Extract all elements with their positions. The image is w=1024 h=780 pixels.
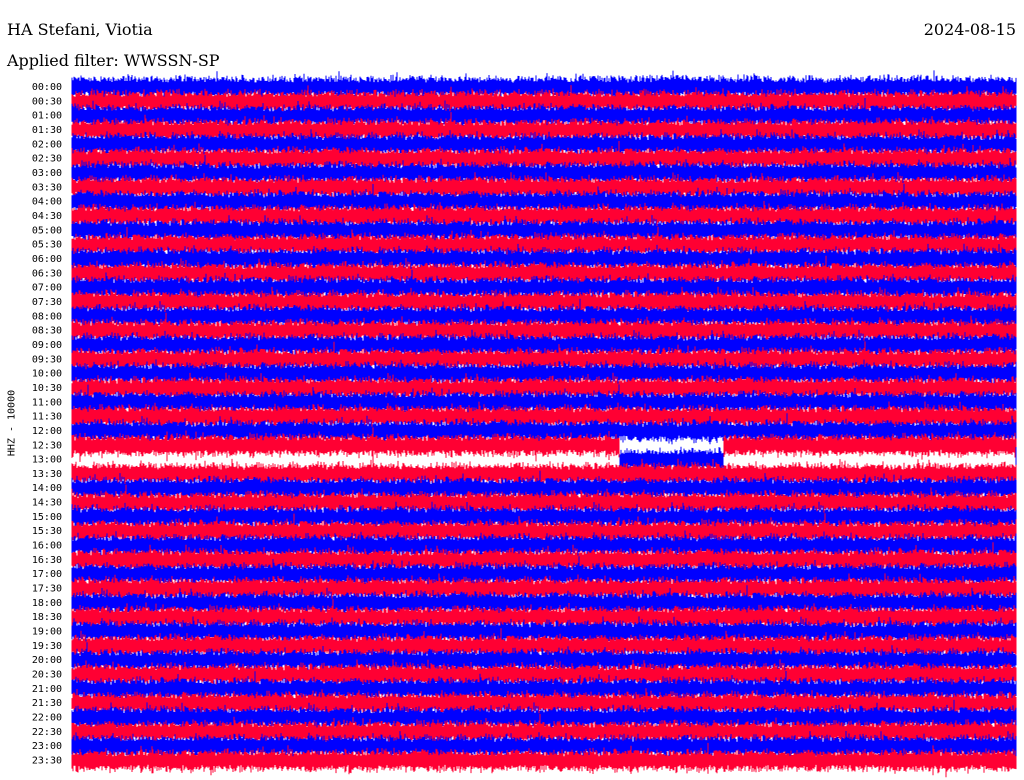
- row-label-1130: 11:30: [32, 412, 62, 423]
- row-label-0130: 01:30: [32, 125, 62, 136]
- row-label-1830: 18:30: [32, 612, 62, 623]
- row-label-0200: 02:00: [32, 139, 62, 150]
- row-label-0800: 08:00: [32, 311, 62, 322]
- row-label-1800: 18:00: [32, 598, 62, 609]
- row-label-1000: 10:00: [32, 369, 62, 380]
- row-label-0330: 03:30: [32, 182, 62, 193]
- row-label-1600: 16:00: [32, 541, 62, 552]
- row-label-0030: 00:30: [32, 96, 62, 107]
- row-label-0430: 04:30: [32, 211, 62, 222]
- row-label-0700: 07:00: [32, 283, 62, 294]
- row-label-1030: 10:30: [32, 383, 62, 394]
- row-label-0600: 06:00: [32, 254, 62, 265]
- applied-filter-label: Applied filter: WWSSN-SP: [7, 51, 220, 70]
- row-label-1400: 14:00: [32, 483, 62, 494]
- row-label-0930: 09:30: [32, 354, 62, 365]
- row-label-2300: 23:00: [32, 741, 62, 752]
- row-label-0530: 05:30: [32, 240, 62, 251]
- row-label-0000: 00:00: [32, 82, 62, 93]
- row-label-1700: 17:00: [32, 569, 62, 580]
- row-label-2100: 21:00: [32, 684, 62, 695]
- row-label-1200: 12:00: [32, 426, 62, 437]
- row-label-0500: 05:00: [32, 225, 62, 236]
- row-label-1900: 19:00: [32, 627, 62, 638]
- row-label-0300: 03:00: [32, 168, 62, 179]
- row-label-1100: 11:00: [32, 397, 62, 408]
- row-label-1500: 15:00: [32, 512, 62, 523]
- row-label-1730: 17:30: [32, 584, 62, 595]
- row-label-1300: 13:00: [32, 455, 62, 466]
- row-label-2330: 23:30: [32, 756, 62, 767]
- row-label-2230: 22:30: [32, 727, 62, 738]
- helicorder-plot: 00:00 00:30 01:00 01:30 02:00 02:30 03:00 03:30…: [32, 70, 1017, 778]
- row-label-2200: 22:00: [32, 713, 62, 724]
- row-label-2030: 20:30: [32, 670, 62, 681]
- row-label-0630: 06:30: [32, 268, 62, 279]
- row-label-1530: 15:30: [32, 526, 62, 537]
- row-label-0900: 09:00: [32, 340, 62, 351]
- row-label-0100: 01:00: [32, 111, 62, 122]
- row-label-1330: 13:30: [32, 469, 62, 480]
- row-label-0730: 07:30: [32, 297, 62, 308]
- row-label-0400: 04:00: [32, 197, 62, 208]
- row-label-1630: 16:30: [32, 555, 62, 566]
- row-label-0230: 02:30: [32, 154, 62, 165]
- row-label-1230: 12:30: [32, 440, 62, 451]
- row-label-2000: 20:00: [32, 655, 62, 666]
- row-label-1930: 19:30: [32, 641, 62, 652]
- row-label-0830: 08:30: [32, 326, 62, 337]
- row-label-1430: 14:30: [32, 498, 62, 509]
- row-label-2130: 21:30: [32, 698, 62, 709]
